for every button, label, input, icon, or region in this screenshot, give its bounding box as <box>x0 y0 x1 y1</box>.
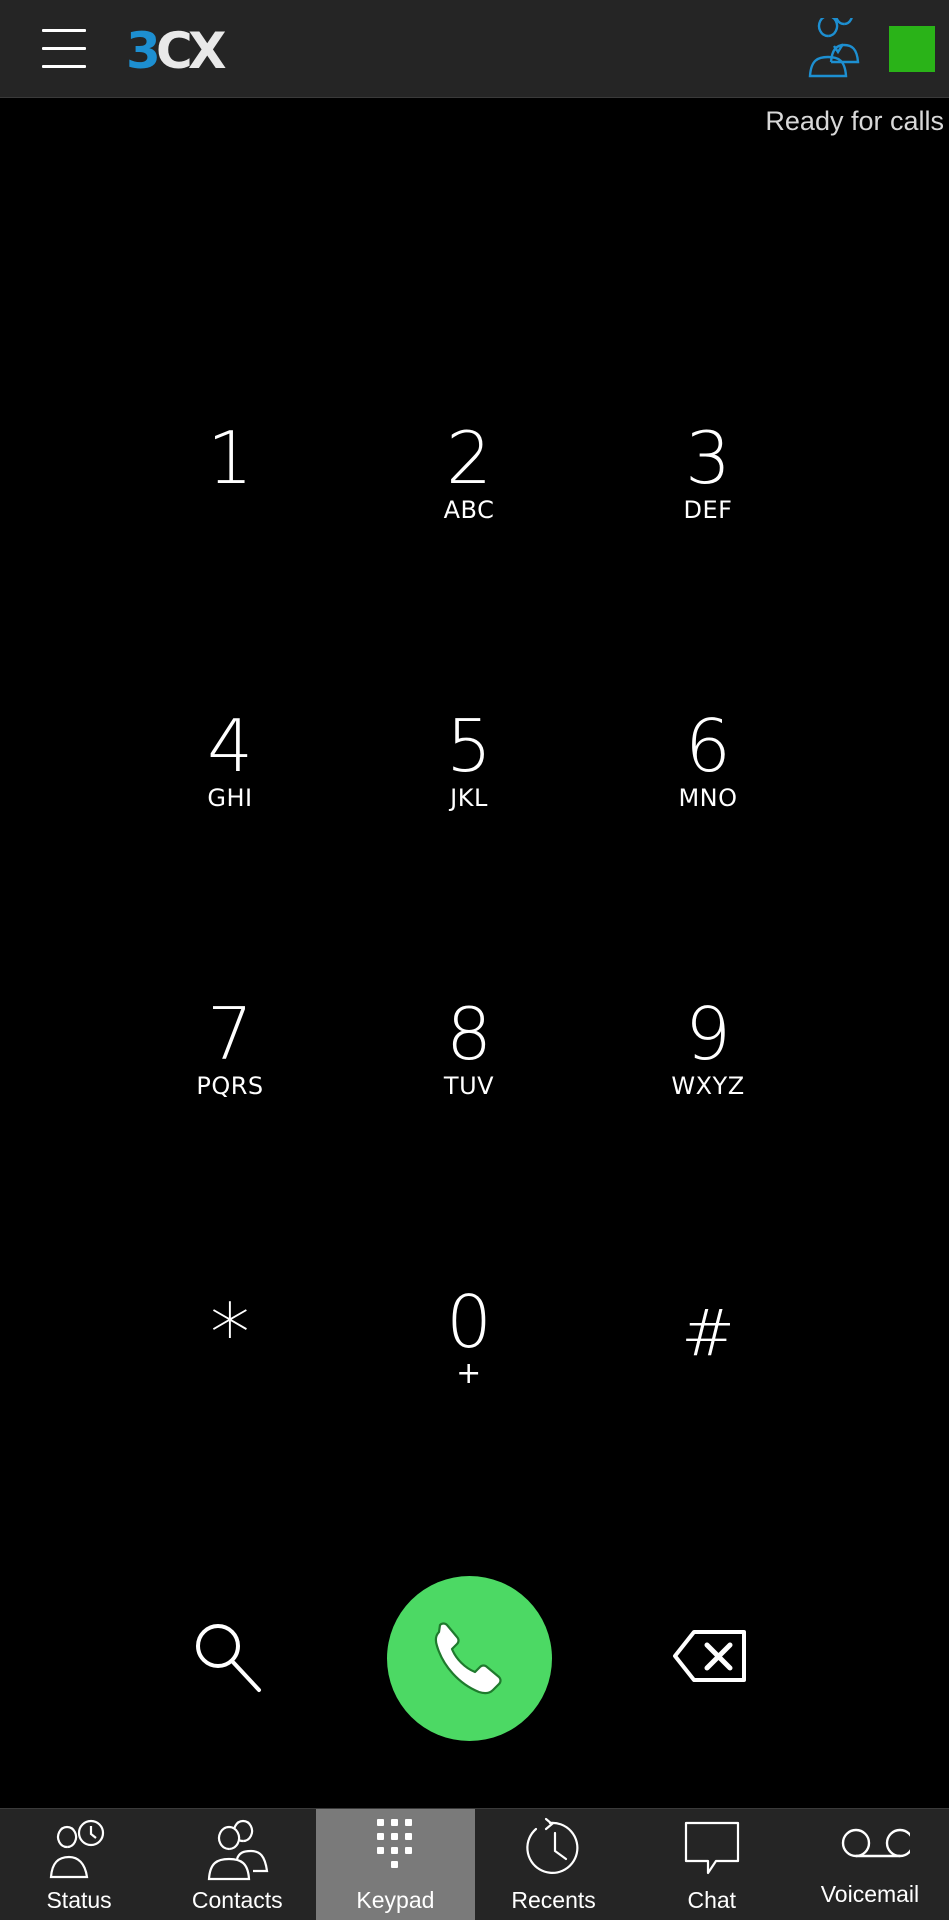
key-letters: JKL <box>450 784 488 812</box>
key-7[interactable]: 7 PQRS <box>140 958 320 1138</box>
nav-status[interactable]: Status <box>0 1809 158 1920</box>
key-digit: 8 <box>446 992 492 1076</box>
key-letters: ABC <box>443 496 495 524</box>
backspace-icon[interactable] <box>672 1628 748 1684</box>
key-digit: 9 <box>685 992 731 1076</box>
key-1[interactable]: 1 <box>140 382 320 562</box>
key-digit: 3 <box>685 416 731 500</box>
nav-label: Contacts <box>191 1887 283 1913</box>
key-digit: 1 <box>207 416 253 500</box>
key-digit: 5 <box>446 704 492 788</box>
recents-icon <box>525 1817 579 1874</box>
status-clock-person-icon <box>49 1819 105 1879</box>
hamburger-menu-icon[interactable] <box>38 26 90 72</box>
key-3[interactable]: 3 DEF <box>618 382 798 562</box>
3cx-logo: 3 C X <box>126 22 227 78</box>
key-digit: 6 <box>685 704 731 788</box>
nav-label: Keypad <box>356 1887 435 1913</box>
status-indicator[interactable] <box>889 26 935 72</box>
keypad-icon <box>377 1819 413 1868</box>
svg-text:X: X <box>188 22 227 78</box>
key-letters: TUV <box>443 1072 495 1100</box>
search-icon[interactable] <box>190 1618 270 1698</box>
key-4[interactable]: 4 GHI <box>140 670 320 850</box>
key-letters: PQRS <box>196 1072 264 1100</box>
key-8[interactable]: 8 TUV <box>379 958 559 1138</box>
call-button[interactable] <box>387 1576 552 1741</box>
key-star[interactable]: * <box>140 1262 320 1442</box>
nav-chat[interactable]: Chat <box>633 1809 791 1920</box>
contacts-icon <box>208 1819 269 1881</box>
dialer-screen: 3 C X Ready for calls 1 2 ABC 3 DEF 4 GH… <box>0 0 949 1920</box>
nav-contacts[interactable]: Contacts <box>158 1809 316 1920</box>
nav-label: Status <box>46 1887 112 1913</box>
presence-contacts-icon[interactable] <box>804 18 870 80</box>
key-digit: # <box>681 1297 735 1371</box>
bottom-navigation: Status Contacts Keypad Recents Chat Voic… <box>0 1808 949 1920</box>
key-6[interactable]: 6 MNO <box>618 670 798 850</box>
key-letters: GHI <box>207 784 253 812</box>
nav-label: Voicemail <box>820 1881 920 1907</box>
key-letters: + <box>456 1356 482 1391</box>
status-text: Ready for calls <box>765 106 944 136</box>
nav-keypad[interactable]: Keypad <box>316 1809 475 1920</box>
key-digit: 0 <box>446 1280 492 1364</box>
nav-recents[interactable]: Recents <box>475 1809 633 1920</box>
key-letters: WXYZ <box>671 1072 745 1100</box>
key-hash[interactable]: # <box>618 1262 798 1442</box>
top-bar: 3 C X <box>0 0 949 98</box>
key-9[interactable]: 9 WXYZ <box>618 958 798 1138</box>
key-2[interactable]: 2 ABC <box>379 382 559 562</box>
chat-icon <box>684 1821 739 1875</box>
nav-label: Chat <box>687 1887 737 1913</box>
key-digit: 4 <box>207 704 253 788</box>
key-letters: MNO <box>678 784 738 812</box>
key-digit: * <box>210 1287 250 1380</box>
key-digit: 7 <box>207 992 253 1076</box>
key-letters: DEF <box>683 496 733 524</box>
key-0[interactable]: 0 + <box>379 1246 559 1426</box>
nav-voicemail[interactable]: Voicemail <box>791 1809 949 1920</box>
phone-icon <box>434 1622 502 1695</box>
voicemail-icon <box>841 1828 910 1858</box>
key-5[interactable]: 5 JKL <box>379 670 559 850</box>
nav-label: Recents <box>511 1887 596 1913</box>
key-digit: 2 <box>446 416 492 500</box>
